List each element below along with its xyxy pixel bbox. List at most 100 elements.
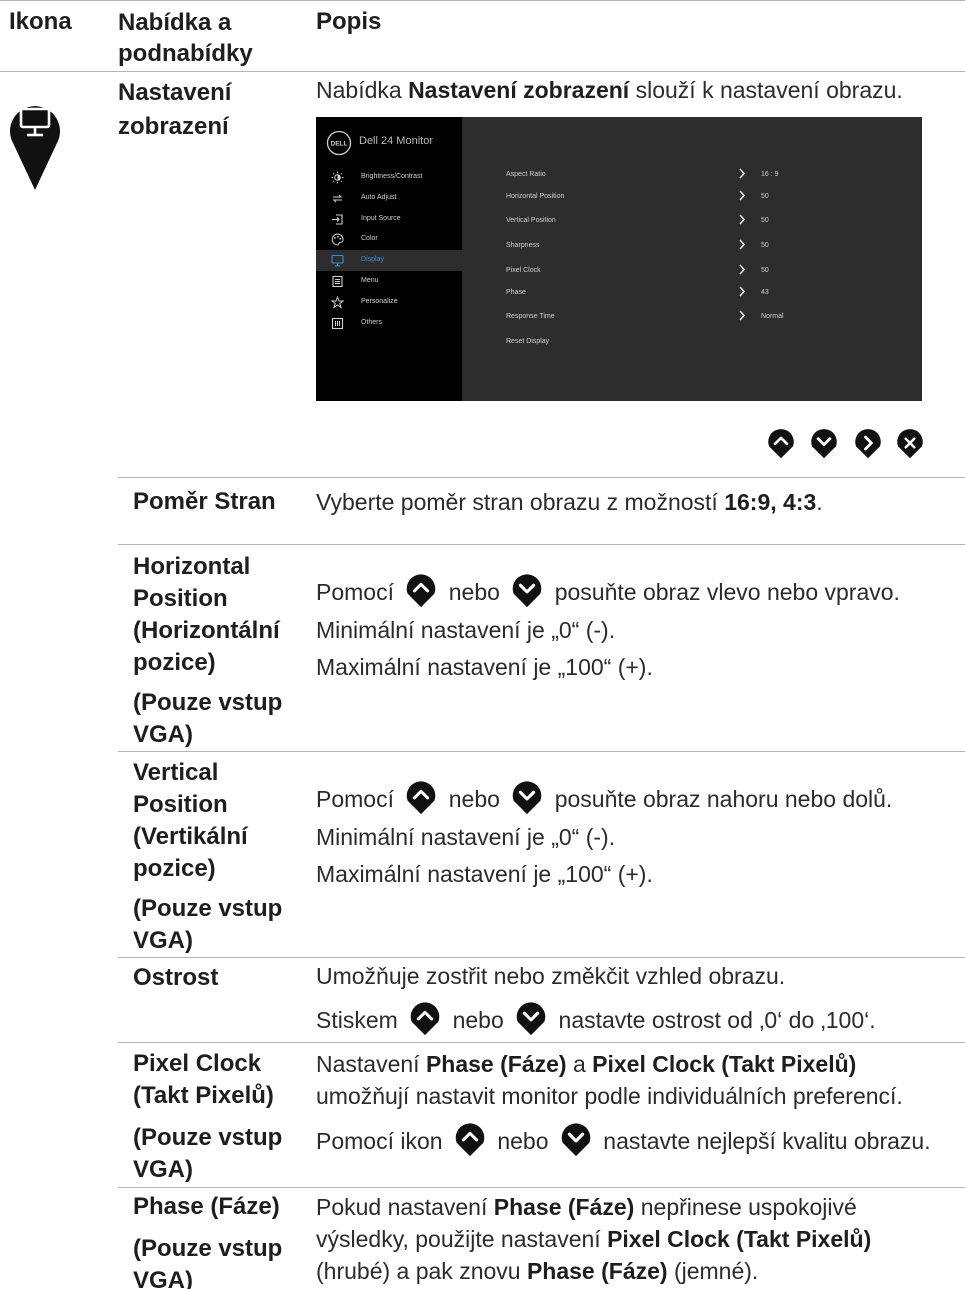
osd-menu-label: Display: [361, 256, 384, 264]
row-phase-line3: (hrubé) a pak znovu Phase (Fáze) (jemné)…: [316, 1255, 758, 1287]
osd-menu-label: Menu: [361, 276, 379, 284]
pixclock-l3-mid: nebo: [490, 1128, 555, 1154]
phase-l2-bold: Pixel Clock (Takt Pixelů): [607, 1226, 872, 1252]
pixclock-label-line: (Takt Pixelů): [133, 1082, 274, 1109]
down-button-icon: [807, 425, 841, 461]
osd-setting-label: Reset Display: [506, 338, 550, 345]
phase-l1-pre: Pokud nastavení: [316, 1194, 494, 1220]
osd-setting-value: 50: [761, 217, 769, 224]
vpos-note-line: VGA): [133, 927, 193, 954]
row-phase-label: Phase (Fáze) (Pouze vstup VGA): [133, 1191, 282, 1289]
sharp-line2-mid: nebo: [446, 1007, 511, 1033]
osd-menu-item-color[interactable]: Color: [316, 229, 462, 250]
pixclock-label-line: Pixel Clock: [133, 1050, 262, 1077]
vpos-label-line: pozice): [133, 855, 216, 882]
pixclock-l1-bold1: Phase (Fáze): [425, 1051, 567, 1077]
hpos-note-line: (Pouze vstup: [133, 689, 283, 716]
pixclock-l3-post: nastavte nejlepší kvalitu obrazu.: [596, 1128, 931, 1154]
osd-menu-item-others[interactable]: Others: [316, 313, 462, 334]
table-top-rule: [0, 0, 965, 1]
right-button-icon: [855, 429, 881, 459]
osd-setting-value: Normal: [761, 313, 784, 320]
header-icon-column: Ikona: [9, 8, 72, 35]
phase-label-line: Phase (Fáze): [133, 1193, 280, 1220]
input-source-icon: [332, 214, 343, 225]
chevron-right-icon: [739, 239, 746, 250]
row-pixclock-label: Pixel Clock (Takt Pixelů) (Pouze vstup V…: [133, 1048, 282, 1186]
down-button-icon: [557, 1120, 595, 1158]
vpos-line1-pre: Pomocí: [316, 786, 401, 812]
row-vpos-line2: Minimální nastavení je „0“ (-).: [316, 824, 616, 850]
hpos-label-line: pozice): [133, 649, 216, 676]
section-title: Nastavení zobrazení: [118, 76, 231, 144]
phase-l3-pre: (hrubé) a pak znovu: [316, 1258, 527, 1284]
phase-l1-bold: Phase (Fáze): [493, 1194, 635, 1220]
rule-before-pixclock: [118, 1042, 965, 1043]
osd-setting-value: 50: [761, 242, 769, 249]
hpos-label-line: Horizontal: [133, 553, 251, 580]
header-menu-line1: Nabídka a: [118, 9, 232, 36]
row-aspect-desc: Vyberte poměr stran obrazu z možností 16…: [316, 486, 823, 518]
row-pixclock-line3: Pomocí ikon nebo nastavte nejlepší kvali…: [316, 1120, 931, 1158]
aspect-desc-pre: Vyberte poměr stran obrazu z možností: [316, 489, 725, 515]
row-vpos-line3: Maximální nastavení je „100“ (+).: [316, 861, 653, 887]
rule-before-sharp: [118, 957, 965, 958]
down-button-icon: [508, 778, 546, 816]
pixclock-l3-pre: Pomocí ikon: [316, 1128, 449, 1154]
row-hpos-line2: Minimální nastavení je „0“ (-).: [316, 617, 616, 643]
section-desc-bold: Nastavení zobrazení: [408, 77, 630, 103]
osd-setting-label: Horizontal Position: [506, 193, 565, 200]
section-title-line1: Nastavení: [118, 79, 232, 106]
chevron-right-icon: [739, 168, 746, 179]
header-rule: [0, 71, 965, 72]
sharp-line2-post: nastavte ostrost od ‚0‘ do ‚100‘.: [552, 1007, 876, 1033]
vpos-note-line: (Pouze vstup: [133, 895, 283, 922]
section-description: Nabídka Nastavení zobrazení slouží k nas…: [316, 74, 903, 106]
svg-text:DELL: DELL: [331, 141, 348, 148]
osd-menu: Brightness/Contrast Auto Adjust Input So…: [316, 167, 462, 333]
vpos-line1-mid: nebo: [442, 786, 507, 812]
display-icon: [331, 255, 344, 267]
row-sharp-line1: Umožňuje zostřit nebo změkčit vzhled obr…: [316, 963, 786, 989]
dell-logo: DELL: [326, 130, 352, 156]
osd-menu-label: Input Source: [361, 214, 401, 222]
hpos-line1-mid: nebo: [442, 579, 507, 605]
up-button-icon: [402, 778, 440, 816]
osd-setting-value: 50: [761, 267, 769, 274]
phase-l3-post: (jemné).: [667, 1258, 759, 1284]
chevron-right-icon: [739, 264, 746, 275]
down-button-icon: [508, 571, 546, 609]
hpos-note-line: VGA): [133, 721, 193, 748]
osd-menu-item-input-source[interactable]: Input Source: [316, 209, 462, 230]
rule-before-aspect: [118, 477, 965, 478]
brightness-icon: [331, 171, 344, 184]
row-pixclock-line1: Nastavení Phase (Fáze) a Pixel Clock (Ta…: [316, 1048, 856, 1080]
row-hpos-line3: Maximální nastavení je „100“ (+).: [316, 654, 653, 680]
vpos-line1-post: posuňte obraz nahoru nebo dolů.: [548, 786, 893, 812]
others-icon: [331, 317, 344, 329]
up-button-icon: [451, 1120, 489, 1158]
vpos-label-line: (Vertikální: [133, 823, 248, 850]
osd-menu-item-auto-adjust[interactable]: Auto Adjust: [316, 188, 462, 209]
up-button-icon: [406, 999, 444, 1037]
osd-setting-label: Pixel Clock: [506, 267, 541, 274]
osd-setting-label: Phase: [506, 289, 526, 296]
chevron-right-icon: [739, 286, 746, 297]
vpos-label-line: Vertical: [133, 759, 219, 786]
aspect-desc-bold: 16:9, 4:3: [724, 489, 817, 515]
phase-l3-bold: Phase (Fáze): [526, 1258, 668, 1284]
header-menu-column: Nabídka a podnabídky: [118, 7, 253, 69]
phase-l1-post: nepřinese uspokojivé: [634, 1194, 857, 1220]
row-vpos-line1: Pomocí nebo posuňte obraz nahoru nebo do…: [316, 778, 892, 816]
osd-menu-item-menu[interactable]: Menu: [316, 271, 462, 292]
auto-adjust-icon: [332, 194, 343, 203]
osd-setting-label: Response Time: [506, 313, 555, 320]
osd-menu-item-display[interactable]: Display: [316, 250, 462, 271]
osd-menu-item-personalize[interactable]: Personalize: [316, 292, 462, 313]
osd-menu-label: Color: [361, 235, 378, 243]
osd-menu-item-brightness[interactable]: Brightness/Contrast: [316, 167, 462, 188]
row-sharp-label: Ostrost: [133, 964, 219, 991]
rule-before-hpos: [118, 544, 965, 545]
pixclock-l1-pre: Nastavení: [316, 1051, 426, 1077]
phase-l2-pre: výsledky, použijte nastavení: [316, 1226, 608, 1252]
